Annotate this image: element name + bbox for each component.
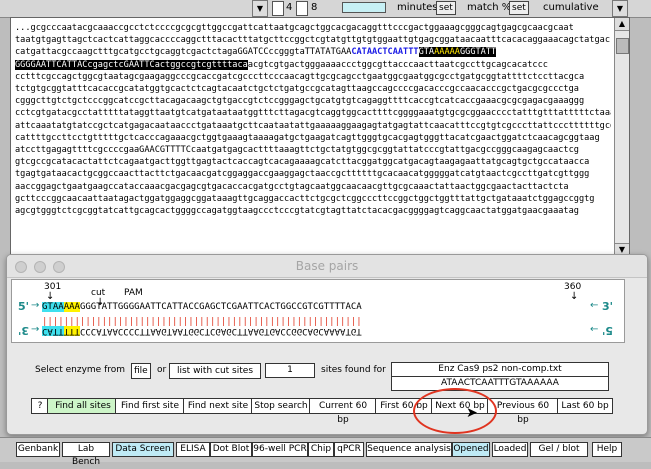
seq-line: aaccggagctgaatgaagccataccaaacgacgagcgtga… bbox=[15, 181, 569, 192]
checkbox-1[interactable] bbox=[272, 1, 284, 16]
or-label: or bbox=[157, 365, 167, 375]
bottom-strand-rest: CCCATAACCCCTTAAGTAATGGCTCGAGCTTAAGTGACCG… bbox=[79, 326, 362, 336]
pair-ticks: ||||||||||||||||||||||||||||||||||||||||… bbox=[42, 317, 362, 327]
stop-search-button[interactable]: Stop search bbox=[251, 398, 311, 414]
nav-loaded[interactable]: Loaded bbox=[492, 442, 528, 457]
nav-data-screen[interactable]: Data Screen bbox=[112, 442, 174, 457]
bottom-strand: CATTTTTCCCATAACCCCTTAAGTAATGGCTCGAGCTTAA… bbox=[42, 326, 362, 336]
seq-line: catgattacgccaagctttgcatgcctgcaggtcgactct… bbox=[15, 46, 611, 58]
nav-96-well-pcr[interactable]: 96-well PCR bbox=[252, 442, 308, 457]
guide-highlight: GTAA bbox=[42, 302, 64, 312]
sequence-scrollbar[interactable]: ▲ ▼ bbox=[614, 18, 629, 256]
find-all-sites-button[interactable]: Find all sites bbox=[47, 398, 119, 414]
guide-highlight-bottom: CATT bbox=[42, 326, 64, 336]
find-next-site-button[interactable]: Find next site bbox=[183, 398, 253, 414]
start-down-arrow-icon: ↓ bbox=[46, 291, 55, 302]
seq-line: cattttgccttcctgtttttgctcacccagaaacgctggt… bbox=[15, 132, 600, 143]
scroll-thumb[interactable] bbox=[616, 38, 629, 54]
top-strand-rest: GGGTATTGGGGAATTCATTACCGAGCTCGAATTCACTGGC… bbox=[79, 302, 362, 312]
seq-line: cctttcgccagctggcgtaatagcgaagaggcccgcaccg… bbox=[15, 71, 585, 82]
scroll-up-icon[interactable]: ▲ bbox=[615, 18, 629, 31]
base-pairs-titlebar[interactable]: Base pairs bbox=[7, 255, 647, 278]
sites-found-label: sites found for bbox=[321, 365, 386, 375]
minutes-label: minutes bbox=[397, 2, 438, 13]
nav-qpcr[interactable]: qPCR bbox=[334, 442, 364, 457]
pam-highlight-bottom: TTT bbox=[63, 326, 80, 336]
seq-segment: catgattacgccaagctttgcatgcctgcaggtcgactct… bbox=[15, 47, 352, 58]
left-arrow-icon: ← bbox=[590, 300, 599, 311]
pam-highlight: AAAAA bbox=[434, 47, 460, 58]
color-swatch-button[interactable] bbox=[342, 2, 386, 13]
toolbar-value-8: 8 bbox=[311, 2, 318, 13]
nav-dot-blot[interactable]: Dot Blot bbox=[210, 442, 252, 457]
selected-60bp-highlight: GGGGAATTCATTACcgagctcGAATTCactggccgtcgtt… bbox=[15, 59, 248, 70]
last-60bp-button[interactable]: Last 60 bp bbox=[557, 398, 613, 414]
three-prime-label-top: 3' bbox=[602, 300, 614, 313]
seq-line: agcgtgggtctcgcggtatcattgcagcactggggccaga… bbox=[15, 206, 579, 217]
seq-line: tgagtgataacactgcggccaacttacttctgacaacgat… bbox=[15, 169, 590, 180]
top-toolbar: ▼ 4 8 minutes set match % set cumulative… bbox=[0, 0, 651, 18]
nav-opened[interactable]: Opened bbox=[452, 442, 490, 457]
current-60bp-button[interactable]: Current 60 bp bbox=[309, 398, 377, 425]
bottom-nav-bar: Genbank Lab Bench Data Screen ELISA Dot … bbox=[0, 437, 651, 467]
nav-help[interactable]: Help bbox=[592, 442, 622, 457]
right-arrow-icon: → bbox=[31, 300, 40, 311]
found-site-highlight: GTA bbox=[418, 47, 435, 58]
select-enzyme-label: Select enzyme from bbox=[35, 365, 126, 375]
list-with-cut-sites-button[interactable]: list with cut sites bbox=[169, 363, 261, 379]
seq-line: ...gcgcccaatacgcaaaccgcctctccccgcgcgttgg… bbox=[15, 23, 574, 33]
three-prime-label-bottom: 3' bbox=[18, 324, 30, 337]
window-title: Base pairs bbox=[295, 259, 359, 273]
top-strand: GTAAAAAGGGTATTGGGGAATTCATTACCGAGCTCGAATT… bbox=[42, 302, 362, 312]
end-down-arrow-icon: ↓ bbox=[570, 291, 579, 302]
seq-line: gtcgccgcatacactattctcagaatgacttggttgagta… bbox=[15, 157, 590, 168]
nav-genbank[interactable]: Genbank bbox=[16, 442, 60, 457]
sequence-text: ...gcgcccaatacgcaaaccgcctctccccgcgcgttgg… bbox=[15, 22, 611, 217]
pam-highlight-top: AAA bbox=[63, 302, 80, 312]
file-button[interactable]: file bbox=[131, 363, 151, 379]
previous-60bp-button[interactable]: Previous 60 bp bbox=[487, 398, 559, 425]
left-arrow-bottom-icon: ← bbox=[590, 324, 599, 335]
checkbox-2[interactable] bbox=[296, 1, 308, 16]
sequence-window: ...gcgcccaatacgcaaaccgcctctccccgcgcgttgg… bbox=[10, 17, 630, 259]
nav-gel-blot[interactable]: Gel / blot bbox=[530, 442, 588, 457]
seq-line: GGGGAATTCATTACcgagctcGAATTCactggccgtcgtt… bbox=[15, 59, 611, 71]
annotation-circle bbox=[413, 388, 497, 434]
seq-line: atccttgagagttttcgccccgaaGAACGTTTTCcaatga… bbox=[15, 145, 579, 156]
target-sequence-highlight: CATAACTCAATTT bbox=[351, 47, 419, 58]
nav-elisa[interactable]: ELISA bbox=[176, 442, 210, 457]
scroll-down-arrow-right-icon[interactable]: ▼ bbox=[612, 0, 628, 17]
enzyme-controls: Select enzyme from file or list with cut… bbox=[11, 345, 641, 431]
found-site-highlight-end: GGGTATT bbox=[459, 47, 497, 58]
scroll-down-arrow-icon[interactable]: ▼ bbox=[252, 0, 268, 17]
base-pairs-sequence-panel: 301 cut PAM 360 ↓ ↓ ↓ 5' → GTAAAAAGGGTAT… bbox=[11, 279, 625, 343]
mouse-pointer-icon: ➤ bbox=[466, 405, 478, 421]
enzyme-file-field[interactable]: Enz Cas9 ps2 non-comp.txt bbox=[391, 362, 609, 377]
seq-line: cgggcttgtctgctcccggcatccgcttacagacaagctg… bbox=[15, 96, 585, 107]
seq-line: taatgtgagttagctcactcattaggcaccccaggcttta… bbox=[15, 35, 610, 46]
toolbar-value-4: 4 bbox=[286, 2, 293, 13]
base-pairs-window: Base pairs 301 cut PAM 360 ↓ ↓ ↓ 5' → GT… bbox=[6, 254, 648, 435]
five-prime-label: 5' bbox=[18, 300, 30, 313]
match-label: match % bbox=[467, 2, 512, 13]
nav-sequence-analysis[interactable]: Sequence analysis bbox=[366, 442, 452, 457]
five-prime-label-bottom: 5' bbox=[602, 324, 614, 337]
seq-line: attcaaatatgtatccgctcatgagacaataaccctgata… bbox=[15, 120, 611, 131]
seq-segment: acgtcgtgactgggaaaaccctggcgttacccaacttaat… bbox=[247, 59, 548, 70]
match-set-button[interactable]: set bbox=[509, 1, 529, 15]
nav-lab-bench[interactable]: Lab Bench bbox=[62, 442, 110, 467]
right-arrow-bottom-icon: → bbox=[31, 324, 40, 335]
seq-line: tctgtgcggtatttcacaccgcatatggtgcactctcagt… bbox=[15, 84, 579, 95]
pam-label: PAM bbox=[124, 288, 143, 298]
nav-chip[interactable]: Chip bbox=[308, 442, 334, 457]
site-count-field[interactable]: 1 bbox=[265, 363, 315, 378]
seq-line: cctcgtgatacgcctatttttataggttaatgtcatgata… bbox=[15, 108, 611, 119]
find-first-site-button[interactable]: Find first site bbox=[115, 398, 185, 414]
cumulative-label: cumulative bbox=[543, 2, 599, 13]
enzyme-sequence-field[interactable]: ATAACTCAATTTGTAAAAAA bbox=[391, 376, 609, 391]
seq-line: gcttcccggcaacaattaatagactggatggaggcggata… bbox=[15, 193, 595, 204]
minutes-set-button[interactable]: set bbox=[436, 1, 456, 15]
